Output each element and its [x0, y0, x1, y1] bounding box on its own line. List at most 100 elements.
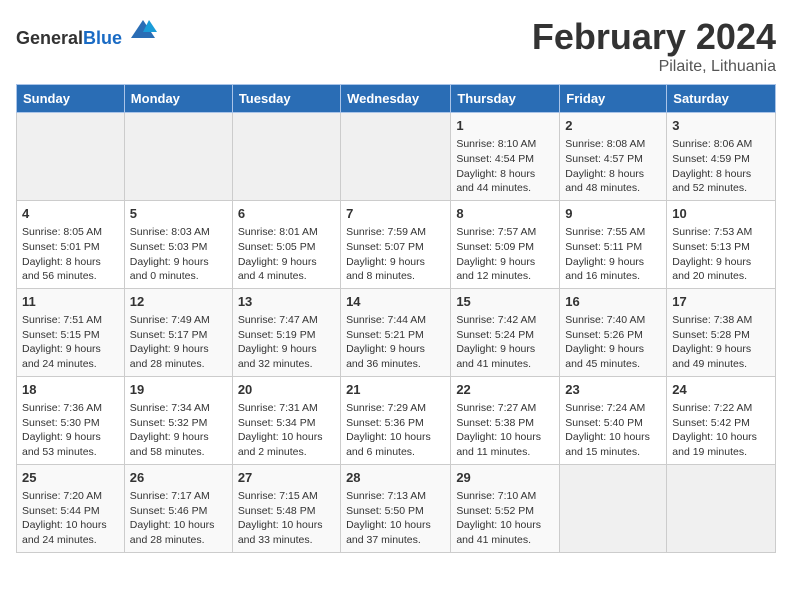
month-title: February 2024 — [532, 16, 776, 58]
calendar-cell: 21 Sunrise: 7:29 AM Sunset: 5:36 PM Dayli… — [341, 376, 451, 464]
calendar-cell — [232, 113, 340, 201]
calendar-cell: 27 Sunrise: 7:15 AM Sunset: 5:48 PM Dayli… — [232, 464, 340, 552]
day-number: 19 — [130, 381, 227, 399]
day-number: 4 — [22, 205, 119, 223]
weekday-header-monday: Monday — [124, 85, 232, 113]
day-number: 24 — [672, 381, 770, 399]
day-number: 2 — [565, 117, 661, 135]
day-info: Sunrise: 7:42 AM Sunset: 5:24 PM Dayligh… — [456, 313, 554, 372]
logo: GeneralBlue — [16, 16, 157, 49]
day-info: Sunrise: 7:31 AM Sunset: 5:34 PM Dayligh… — [238, 401, 335, 460]
day-number: 12 — [130, 293, 227, 311]
day-number: 7 — [346, 205, 445, 223]
day-number: 13 — [238, 293, 335, 311]
day-info: Sunrise: 7:47 AM Sunset: 5:19 PM Dayligh… — [238, 313, 335, 372]
weekday-header-tuesday: Tuesday — [232, 85, 340, 113]
day-info: Sunrise: 7:34 AM Sunset: 5:32 PM Dayligh… — [130, 401, 227, 460]
title-area: February 2024 Pilaite, Lithuania — [532, 16, 776, 76]
page-header: GeneralBlue February 2024 Pilaite, Lithu… — [16, 16, 776, 76]
day-info: Sunrise: 7:10 AM Sunset: 5:52 PM Dayligh… — [456, 489, 554, 548]
calendar-cell: 11 Sunrise: 7:51 AM Sunset: 5:15 PM Dayli… — [17, 288, 125, 376]
calendar-cell: 13 Sunrise: 7:47 AM Sunset: 5:19 PM Dayli… — [232, 288, 340, 376]
calendar-cell: 25Sunrise: 7:20 AM Sunset: 5:44 PM Dayli… — [17, 464, 125, 552]
day-number: 29 — [456, 469, 554, 487]
day-number: 22 — [456, 381, 554, 399]
day-number: 14 — [346, 293, 445, 311]
calendar-cell — [341, 113, 451, 201]
calendar-cell: 6 Sunrise: 8:01 AM Sunset: 5:05 PM Daylig… — [232, 200, 340, 288]
day-info: Sunrise: 7:57 AM Sunset: 5:09 PM Dayligh… — [456, 225, 554, 284]
day-info: Sunrise: 7:59 AM Sunset: 5:07 PM Dayligh… — [346, 225, 445, 284]
day-number: 16 — [565, 293, 661, 311]
weekday-header-thursday: Thursday — [451, 85, 560, 113]
calendar-cell: 17 Sunrise: 7:38 AM Sunset: 5:28 PM Dayli… — [667, 288, 776, 376]
calendar-cell: 20Sunrise: 7:31 AM Sunset: 5:34 PM Dayli… — [232, 376, 340, 464]
calendar-cell: 10 Sunrise: 7:53 AM Sunset: 5:13 PM Dayli… — [667, 200, 776, 288]
calendar-cell — [124, 113, 232, 201]
logo-general: General — [16, 28, 83, 48]
day-number: 6 — [238, 205, 335, 223]
day-info: Sunrise: 8:08 AM Sunset: 4:57 PM Dayligh… — [565, 137, 661, 196]
day-info: Sunrise: 8:03 AM Sunset: 5:03 PM Dayligh… — [130, 225, 227, 284]
day-info: Sunrise: 7:49 AM Sunset: 5:17 PM Dayligh… — [130, 313, 227, 372]
day-info: Sunrise: 7:24 AM Sunset: 5:40 PM Dayligh… — [565, 401, 661, 460]
day-info: Sunrise: 7:29 AM Sunset: 5:36 PM Dayligh… — [346, 401, 445, 460]
day-info: Sunrise: 7:20 AM Sunset: 5:44 PM Dayligh… — [22, 489, 119, 548]
day-info: Sunrise: 7:13 AM Sunset: 5:50 PM Dayligh… — [346, 489, 445, 548]
logo-blue: Blue — [83, 28, 122, 48]
calendar-cell: 18Sunrise: 7:36 AM Sunset: 5:30 PM Dayli… — [17, 376, 125, 464]
day-info: Sunrise: 7:15 AM Sunset: 5:48 PM Dayligh… — [238, 489, 335, 548]
calendar-cell: 15Sunrise: 7:42 AM Sunset: 5:24 PM Dayli… — [451, 288, 560, 376]
calendar-cell: 3Sunrise: 8:06 AM Sunset: 4:59 PM Daylig… — [667, 113, 776, 201]
day-number: 26 — [130, 469, 227, 487]
calendar-cell — [667, 464, 776, 552]
day-info: Sunrise: 7:22 AM Sunset: 5:42 PM Dayligh… — [672, 401, 770, 460]
calendar-cell: 26 Sunrise: 7:17 AM Sunset: 5:46 PM Dayli… — [124, 464, 232, 552]
day-info: Sunrise: 8:10 AM Sunset: 4:54 PM Dayligh… — [456, 137, 554, 196]
calendar-cell: 14 Sunrise: 7:44 AM Sunset: 5:21 PM Dayli… — [341, 288, 451, 376]
day-number: 17 — [672, 293, 770, 311]
calendar-table: SundayMondayTuesdayWednesdayThursdayFrid… — [16, 84, 776, 553]
day-number: 5 — [130, 205, 227, 223]
day-number: 9 — [565, 205, 661, 223]
calendar-cell: 9Sunrise: 7:55 AM Sunset: 5:11 PM Daylig… — [560, 200, 667, 288]
day-number: 18 — [22, 381, 119, 399]
day-info: Sunrise: 8:01 AM Sunset: 5:05 PM Dayligh… — [238, 225, 335, 284]
calendar-cell: 29 Sunrise: 7:10 AM Sunset: 5:52 PM Dayli… — [451, 464, 560, 552]
weekday-header-saturday: Saturday — [667, 85, 776, 113]
calendar-cell — [560, 464, 667, 552]
calendar-cell: 2 Sunrise: 8:08 AM Sunset: 4:57 PM Daylig… — [560, 113, 667, 201]
weekday-header-friday: Friday — [560, 85, 667, 113]
day-info: Sunrise: 7:53 AM Sunset: 5:13 PM Dayligh… — [672, 225, 770, 284]
day-number: 10 — [672, 205, 770, 223]
weekday-header-row: SundayMondayTuesdayWednesdayThursdayFrid… — [17, 85, 776, 113]
day-number: 28 — [346, 469, 445, 487]
calendar-cell: 19 Sunrise: 7:34 AM Sunset: 5:32 PM Dayli… — [124, 376, 232, 464]
calendar-cell: 24 Sunrise: 7:22 AM Sunset: 5:42 PM Dayli… — [667, 376, 776, 464]
day-number: 23 — [565, 381, 661, 399]
calendar-cell: 28 Sunrise: 7:13 AM Sunset: 5:50 PM Dayli… — [341, 464, 451, 552]
week-row-5: 25Sunrise: 7:20 AM Sunset: 5:44 PM Dayli… — [17, 464, 776, 552]
calendar-cell: 5 Sunrise: 8:03 AM Sunset: 5:03 PM Daylig… — [124, 200, 232, 288]
day-number: 8 — [456, 205, 554, 223]
weekday-header-sunday: Sunday — [17, 85, 125, 113]
week-row-4: 18Sunrise: 7:36 AM Sunset: 5:30 PM Dayli… — [17, 376, 776, 464]
day-info: Sunrise: 7:44 AM Sunset: 5:21 PM Dayligh… — [346, 313, 445, 372]
day-info: Sunrise: 7:40 AM Sunset: 5:26 PM Dayligh… — [565, 313, 661, 372]
calendar-cell: 12 Sunrise: 7:49 AM Sunset: 5:17 PM Dayli… — [124, 288, 232, 376]
week-row-2: 4 Sunrise: 8:05 AM Sunset: 5:01 PM Daylig… — [17, 200, 776, 288]
day-info: Sunrise: 7:51 AM Sunset: 5:15 PM Dayligh… — [22, 313, 119, 372]
day-info: Sunrise: 8:06 AM Sunset: 4:59 PM Dayligh… — [672, 137, 770, 196]
calendar-cell: 7 Sunrise: 7:59 AM Sunset: 5:07 PM Daylig… — [341, 200, 451, 288]
calendar-cell: 23 Sunrise: 7:24 AM Sunset: 5:40 PM Dayli… — [560, 376, 667, 464]
day-number: 21 — [346, 381, 445, 399]
day-info: Sunrise: 8:05 AM Sunset: 5:01 PM Dayligh… — [22, 225, 119, 284]
week-row-1: 1Sunrise: 8:10 AM Sunset: 4:54 PM Daylig… — [17, 113, 776, 201]
logo-icon — [129, 16, 157, 44]
calendar-cell: 8 Sunrise: 7:57 AM Sunset: 5:09 PM Daylig… — [451, 200, 560, 288]
calendar-cell: 22Sunrise: 7:27 AM Sunset: 5:38 PM Dayli… — [451, 376, 560, 464]
day-number: 11 — [22, 293, 119, 311]
day-info: Sunrise: 7:17 AM Sunset: 5:46 PM Dayligh… — [130, 489, 227, 548]
day-number: 27 — [238, 469, 335, 487]
day-info: Sunrise: 7:38 AM Sunset: 5:28 PM Dayligh… — [672, 313, 770, 372]
